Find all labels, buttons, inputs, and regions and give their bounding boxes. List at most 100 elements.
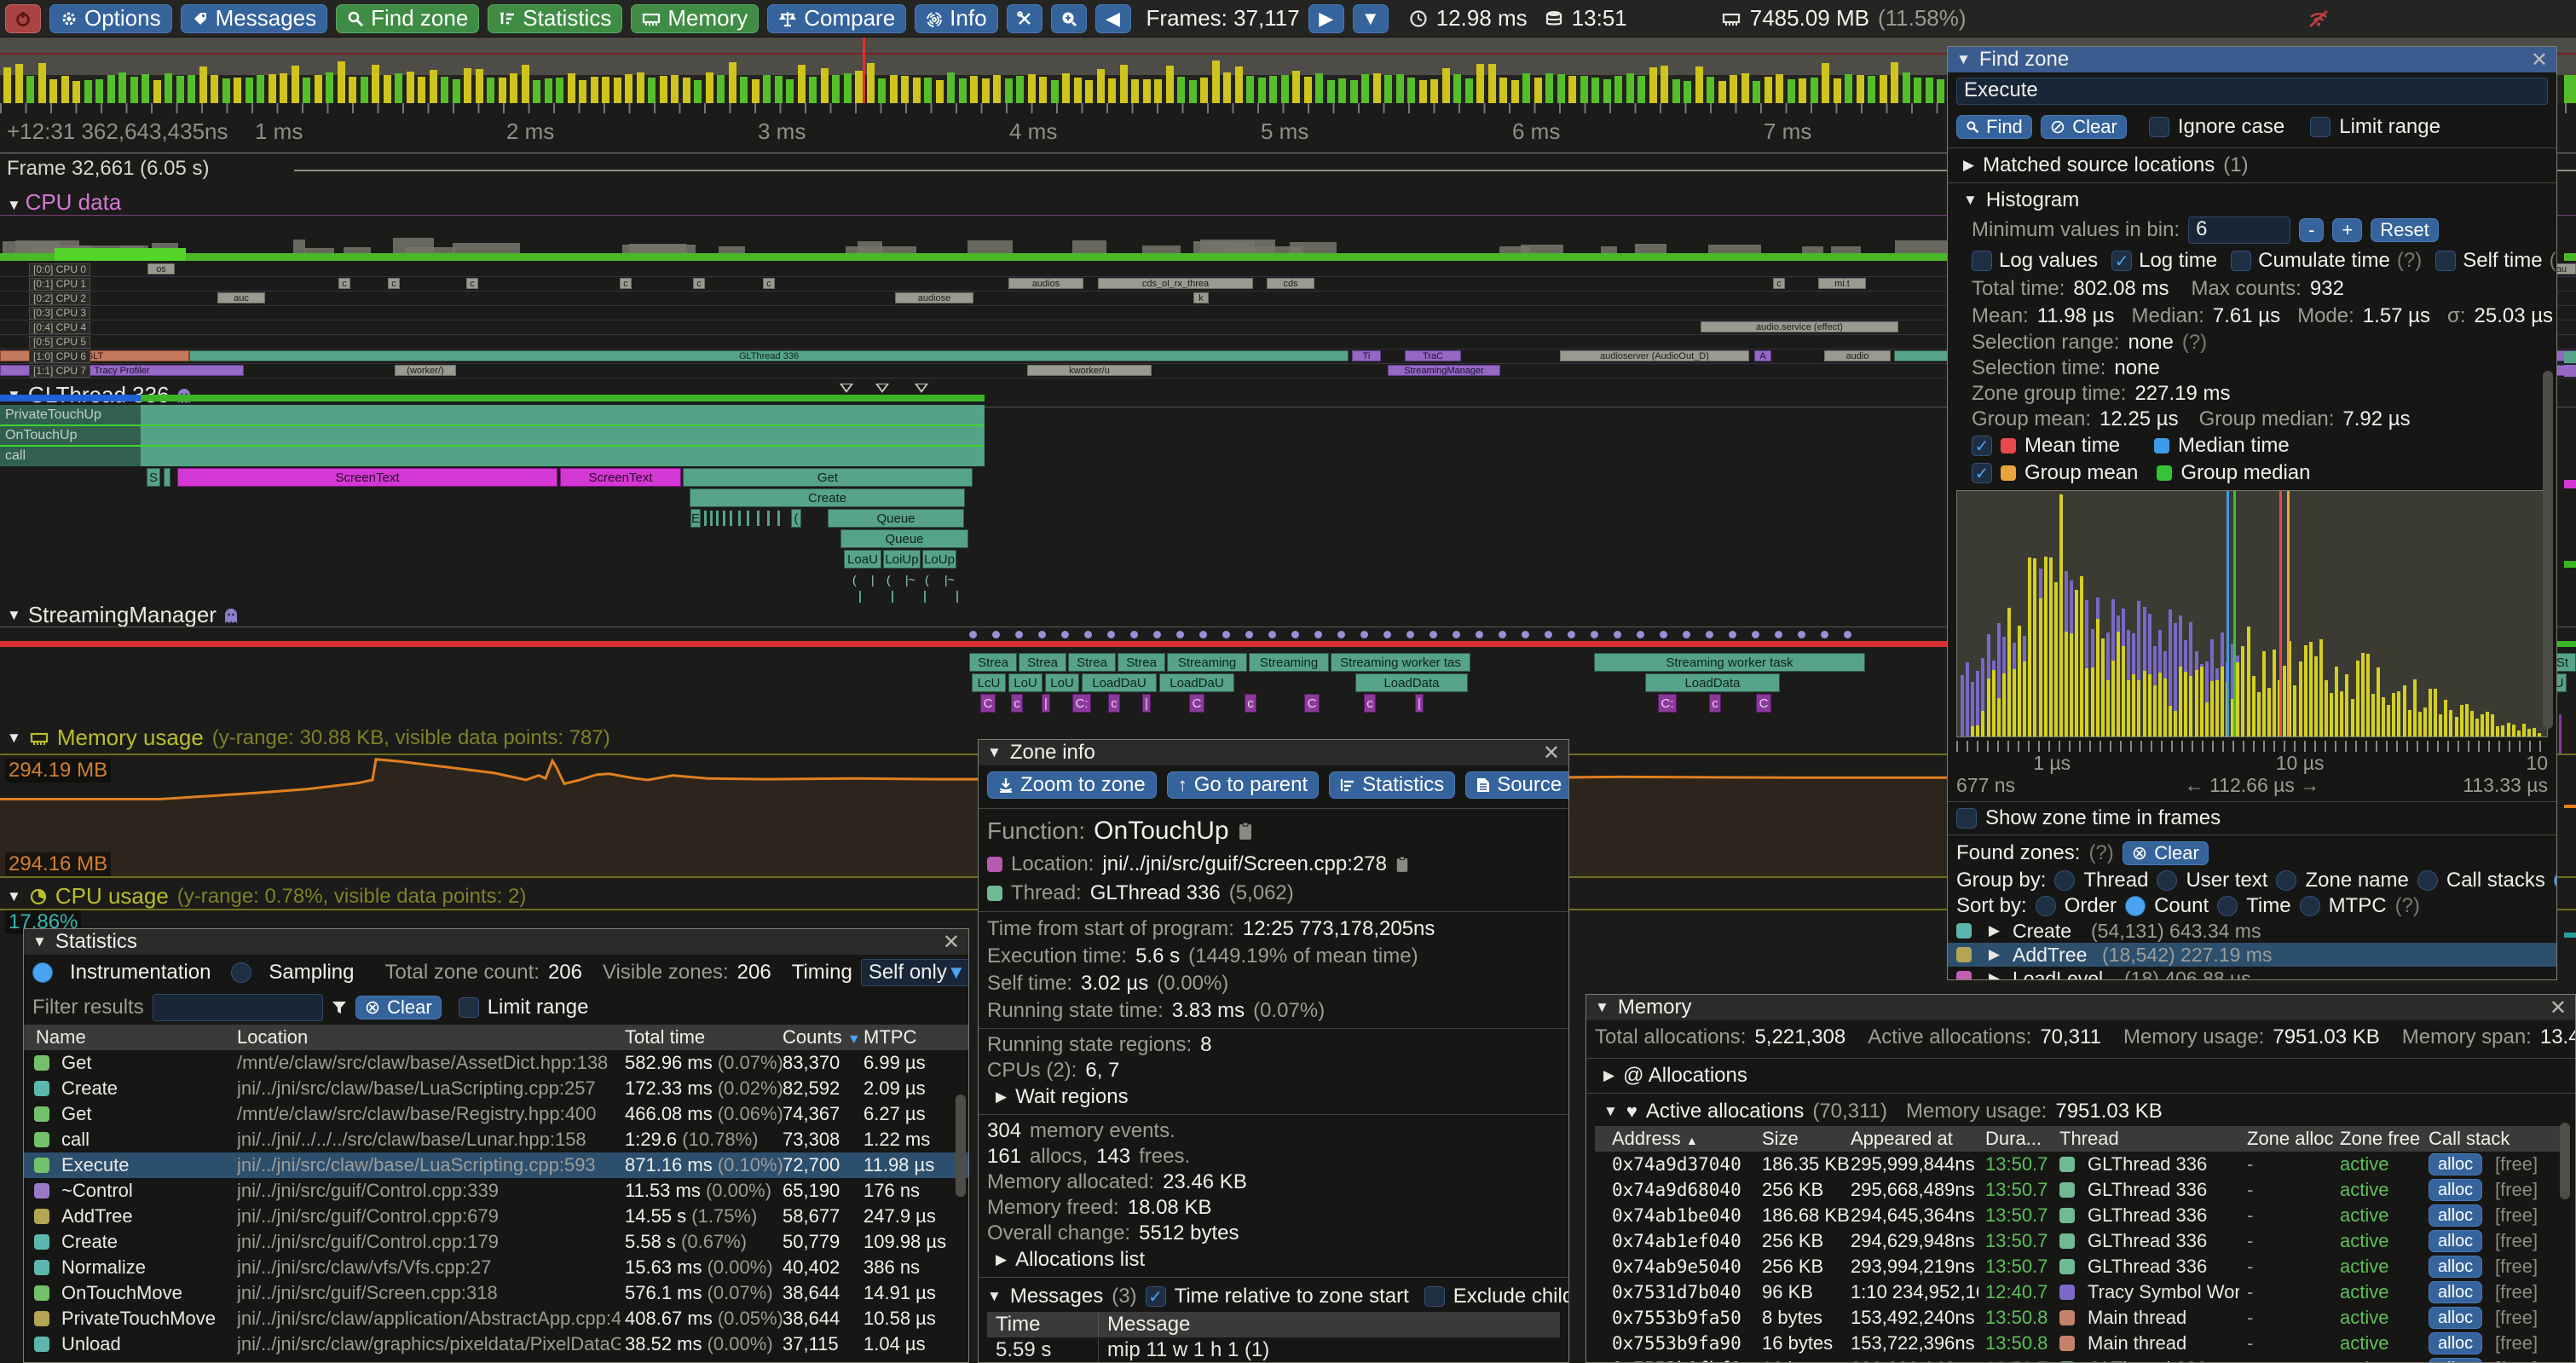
zoom-to-zone-button[interactable]: Zoom to zone (987, 771, 1157, 799)
frame-bar[interactable] (1591, 78, 1599, 103)
frame-bar[interactable] (1511, 80, 1519, 103)
frame-bar[interactable] (188, 75, 195, 103)
table-row[interactable]: Unloadjni/../jni/src/claw/graphics/pixel… (24, 1331, 968, 1357)
cpu-zone[interactable]: audios (1008, 278, 1083, 289)
table-row[interactable]: 0x74a9d68040256 KB295,668,489ns13:50.7GL… (1595, 1177, 2567, 1203)
frame-bar[interactable] (936, 80, 944, 103)
found-zone-row[interactable]: ▶AddTree(18,542) 227.19 ms (1948, 943, 2556, 967)
frame-bar[interactable] (441, 77, 448, 103)
zone[interactable]: E (690, 509, 701, 528)
frame-bar[interactable] (1857, 75, 1864, 103)
zone[interactable]: LoUp (922, 550, 956, 569)
cpu-zone[interactable]: c (620, 278, 632, 289)
message-dot[interactable] (1752, 631, 1759, 638)
cpu-zone[interactable]: audioserver (AudioOut_D) (1560, 350, 1749, 361)
message-dot[interactable] (1568, 631, 1575, 638)
frame-bar[interactable] (1788, 79, 1795, 103)
frame-dropdown-button[interactable]: ▼ (1353, 4, 1389, 33)
statistics-scrollbar[interactable] (956, 1094, 966, 1197)
zone[interactable]: LoadDaU (1159, 673, 1234, 692)
expand-triangle-icon[interactable]: ▶ (1989, 967, 2000, 980)
message-dot[interactable] (1360, 631, 1368, 638)
frame-bar[interactable] (832, 75, 840, 103)
close-icon[interactable]: ✕ (943, 930, 960, 955)
memory-usage-header[interactable]: ▼ Memory usage (y-range: 30.88 KB, visib… (7, 725, 610, 751)
zone[interactable]: c (1011, 694, 1023, 713)
cpu-zone[interactable]: auc (217, 292, 265, 303)
frame-bar[interactable] (245, 78, 253, 103)
message-dot[interactable] (1314, 631, 1322, 638)
zone[interactable]: LoiUp (883, 550, 921, 569)
zone[interactable]: Get (683, 468, 973, 487)
zone[interactable]: LoU (1008, 673, 1043, 692)
table-row[interactable]: Createjni/../jni/src/claw/base/LuaScript… (24, 1076, 968, 1101)
zone[interactable] (164, 468, 170, 487)
frame-bar[interactable] (579, 80, 586, 103)
messages-expander[interactable]: Messages (1010, 1285, 1103, 1308)
frame-bar[interactable] (1361, 74, 1369, 103)
memory-table-header[interactable]: Address ▲ Size Appeared at Dura... Threa… (1595, 1126, 2567, 1152)
cpu-zone[interactable]: mi.t (1818, 278, 1866, 289)
table-row[interactable]: 0x7531d7b04096 KB1:10 234,952,16112:40.7… (1595, 1279, 2567, 1305)
frame-bar[interactable] (1281, 75, 1289, 103)
message-dot[interactable] (1153, 631, 1161, 638)
frame-bar[interactable] (1926, 78, 1933, 103)
zone[interactable]: C (1189, 694, 1204, 713)
frame-bar[interactable] (84, 80, 92, 103)
table-row[interactable]: 0x7553b9fa508 bytes153,492,240ns13:50.8M… (1595, 1305, 2567, 1331)
cpu-usage-header[interactable]: ▼ CPU usage (y-range: 0.78%, visible dat… (7, 883, 526, 910)
frame-bar[interactable] (1730, 75, 1737, 103)
frame-bar[interactable] (1614, 76, 1622, 103)
zone[interactable]: | (1142, 694, 1151, 713)
frame-bar[interactable] (499, 78, 506, 104)
alloc-callstack-button[interactable]: alloc (2429, 1204, 2482, 1227)
frame-bar[interactable] (1028, 74, 1036, 103)
message-dot[interactable] (1821, 631, 1828, 638)
zone-statistics-button[interactable]: Statistics (1329, 771, 1455, 799)
frame-bar[interactable] (1453, 74, 1461, 103)
cpu-zone[interactable]: Ti (1352, 350, 1381, 361)
frame-bar[interactable] (1891, 62, 1898, 103)
mean-time-checkbox[interactable]: ✓ (1972, 436, 1992, 456)
frame-bar[interactable] (993, 75, 1001, 103)
message-dot[interactable] (1222, 631, 1230, 638)
frame-bar[interactable] (1626, 73, 1634, 103)
filter-input[interactable] (153, 994, 323, 1021)
frame-bar[interactable] (280, 73, 287, 103)
zone[interactable]: S (147, 468, 160, 487)
message-dot[interactable] (1798, 631, 1805, 638)
zone[interactable]: LoadData (1645, 673, 1780, 692)
table-row[interactable]: PrivateTouchMovejni/../jni/src/claw/appl… (24, 1306, 968, 1331)
frame-bar[interactable] (763, 75, 771, 103)
sampling-radio[interactable] (231, 962, 251, 983)
frame-bar[interactable] (26, 76, 34, 103)
sort-by-radio-mtpc[interactable] (2300, 896, 2320, 916)
frame-bar[interactable] (1753, 81, 1760, 103)
frame-bar[interactable] (153, 80, 161, 103)
frame-bar[interactable] (533, 80, 540, 103)
alloc-callstack-button[interactable]: alloc (2429, 1153, 2482, 1175)
zone[interactable]: LoadData (1355, 673, 1468, 692)
frame-bar[interactable] (1914, 78, 1921, 103)
cpu-zone[interactable]: os (147, 263, 175, 274)
frame-bar[interactable] (1062, 73, 1070, 103)
frame-bar[interactable] (38, 63, 46, 103)
frame-bar[interactable] (1430, 79, 1438, 103)
frame-bar[interactable] (625, 74, 632, 103)
timeline-marker-icon[interactable] (915, 384, 928, 393)
message-dot[interactable] (1130, 631, 1138, 638)
frame-bar[interactable] (1661, 66, 1668, 103)
frame-bar[interactable] (1707, 77, 1714, 103)
table-row[interactable]: AddTreejni/../jni/src/guif/Control.cpp:6… (24, 1204, 968, 1229)
zone[interactable]: Strea (969, 653, 1017, 672)
message-dot[interactable] (1268, 631, 1276, 638)
table-row[interactable]: 0x74ab1be040186.68 KB294,645,364ns13:50.… (1595, 1203, 2567, 1228)
frame-bar[interactable] (1903, 72, 1910, 103)
message-row[interactable]: 5.59 smip 11 w 1 h 1 (1) (987, 1337, 1560, 1363)
frame-bar[interactable] (717, 75, 725, 103)
frame-bar[interactable] (61, 76, 69, 103)
memory-titlebar[interactable]: ▼ Memory ✕ (1586, 995, 2575, 1020)
table-row[interactable]: 0x7553b9fa9016 bytes153,722,396ns13:50.8… (1595, 1331, 2567, 1356)
zone[interactable]: Queue (840, 529, 968, 548)
log-time-checkbox[interactable]: ✓ (2111, 251, 2132, 271)
